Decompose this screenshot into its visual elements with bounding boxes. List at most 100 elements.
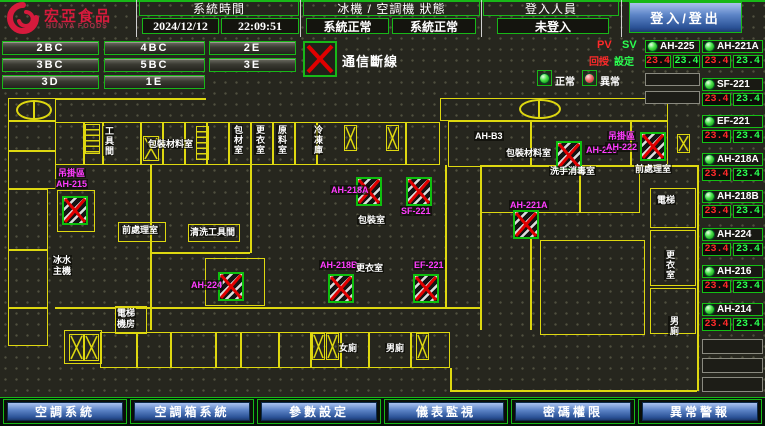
floor-button-2e[interactable]: 2E: [209, 41, 296, 55]
map-wall: [8, 189, 48, 250]
comm-disconnect-label: 通信斷線: [342, 51, 398, 70]
ahu-row-ah-221a[interactable]: AH-221A: [702, 40, 763, 53]
unit-status-led: [704, 154, 715, 165]
map-wall: [8, 308, 48, 346]
unit-status-led: [704, 191, 715, 202]
sv-value: 23.4: [733, 93, 763, 106]
unit-name: AH-218B: [717, 191, 759, 202]
map-wall: [215, 332, 217, 368]
header-divider: [481, 0, 482, 37]
map-label: SF-221: [400, 206, 432, 216]
unit-status-led: [704, 229, 715, 240]
map-label: 主機: [52, 266, 72, 276]
sidebar-empty-slot: [645, 73, 700, 86]
ahu-comm-fail-icon[interactable]: [328, 274, 354, 303]
map-label: AH-218B: [319, 260, 359, 270]
floor-button-5bc[interactable]: 5BC: [104, 58, 205, 72]
fan-icon: [677, 134, 690, 153]
login-logout-button[interactable]: 登入/登出: [629, 2, 742, 33]
ahu-row-ah-225[interactable]: AH-225: [645, 40, 700, 53]
ahu-row-sf-221[interactable]: SF-221: [702, 78, 763, 91]
ahu-row-ah-214[interactable]: AH-214: [702, 303, 763, 316]
map-wall: [278, 332, 280, 368]
sv-value: 23.4: [733, 55, 763, 68]
sv-value: 23.4: [733, 205, 763, 218]
fan-icon: [84, 334, 99, 361]
ahu-row-ah-218b[interactable]: AH-218B: [702, 190, 763, 203]
stairs-icon: [519, 99, 561, 119]
comm-disconnect-icon: [303, 41, 337, 77]
map-label: AH-B3: [474, 131, 504, 141]
system-date-value: 2024/12/12: [142, 18, 219, 34]
ahu-row-ah-218a[interactable]: AH-218A: [702, 153, 763, 166]
map-label: 吊掛區: [607, 131, 636, 141]
nav-button-2[interactable]: 空調箱系統: [134, 402, 250, 421]
nav-button-3[interactable]: 參數設定: [261, 402, 377, 421]
sv-value: 23.4: [733, 168, 763, 181]
nav-section: 異常警報: [638, 399, 762, 424]
sv-value: 23.4: [733, 243, 763, 256]
unit-name: AH-214: [717, 304, 751, 315]
map-wall: [56, 98, 206, 100]
map-label: 包裝材料室: [147, 139, 194, 149]
floor-button-1e[interactable]: 1E: [104, 75, 205, 89]
pv-value: 23.4: [702, 130, 731, 143]
nav-button-4[interactable]: 儀表監視: [388, 402, 504, 421]
unit-status-led: [704, 79, 715, 90]
ahu-row-ah-224[interactable]: AH-224: [702, 228, 763, 241]
floor-button-3e[interactable]: 3E: [209, 58, 296, 72]
header-divider: [136, 0, 137, 37]
map-label: 更衣室: [355, 263, 384, 273]
abnormal-legend-label: 異常: [600, 73, 620, 88]
stairs-icon: [85, 124, 100, 154]
stairs-icon: [196, 126, 209, 160]
sidebar-empty-slot: [702, 358, 763, 373]
system-time-title: 系統時間: [139, 1, 299, 16]
map-label: AH-221A: [509, 200, 549, 210]
pv-value: 23.4: [702, 243, 731, 256]
map-wall: [697, 165, 699, 391]
pv-value: 23.4: [702, 318, 731, 331]
floor-button-2bc[interactable]: 2BC: [2, 41, 99, 55]
nav-button-1[interactable]: 空調系統: [7, 402, 123, 421]
map-wall: [480, 165, 482, 330]
floor-button-3bc[interactable]: 3BC: [2, 58, 99, 72]
map-wall: [136, 332, 138, 368]
map-label: 包裝室: [357, 215, 386, 225]
ahu-comm-fail-icon[interactable]: [62, 196, 88, 225]
floor-button-4bc[interactable]: 4BC: [104, 41, 205, 55]
map-wall: [240, 332, 242, 368]
abnormal-led-box: [582, 70, 597, 86]
map-wall: [530, 121, 532, 167]
ahu-comm-fail-icon[interactable]: [640, 132, 666, 161]
brand-name-en: HUNYA FOODS: [46, 23, 108, 30]
system-time-value: 22:09:51: [221, 18, 299, 34]
ahu-comm-fail-icon[interactable]: [406, 177, 432, 206]
ahu-comm-fail-icon[interactable]: [413, 274, 439, 303]
floor-button-3d[interactable]: 3D: [2, 75, 99, 89]
chiller-status-value: 系統正常: [306, 18, 389, 34]
map-label: EF-221: [413, 260, 445, 270]
nav-section: 密碼權限: [511, 399, 635, 424]
unit-name: AH-225: [660, 41, 694, 52]
map-label: 男廁: [668, 316, 679, 336]
unit-status-led: [704, 116, 715, 127]
fan-icon: [386, 125, 399, 151]
ahu-row-ah-216[interactable]: AH-216: [702, 265, 763, 278]
pv-value: 23.4: [702, 93, 731, 106]
sv-value: 23.4: [673, 55, 700, 68]
map-label: 冰水: [52, 255, 72, 265]
machine-status-title: 冰機 / 空調機 狀態: [303, 1, 480, 16]
nav-button-5[interactable]: 密碼權限: [515, 402, 631, 421]
ahu-row-ef-221[interactable]: EF-221: [702, 115, 763, 128]
unit-name: AH-224: [717, 229, 751, 240]
sv-value: 23.4: [733, 318, 763, 331]
map-label: AH-218A: [330, 185, 370, 195]
ahu-comm-fail-icon[interactable]: [513, 210, 539, 239]
map-wall: [8, 250, 48, 308]
nav-button-6[interactable]: 異常警報: [642, 402, 758, 421]
map-wall: [140, 122, 142, 165]
pv-value: 23.4: [702, 55, 731, 68]
map-wall: [650, 188, 696, 228]
map-label: 前處理室: [121, 225, 159, 235]
